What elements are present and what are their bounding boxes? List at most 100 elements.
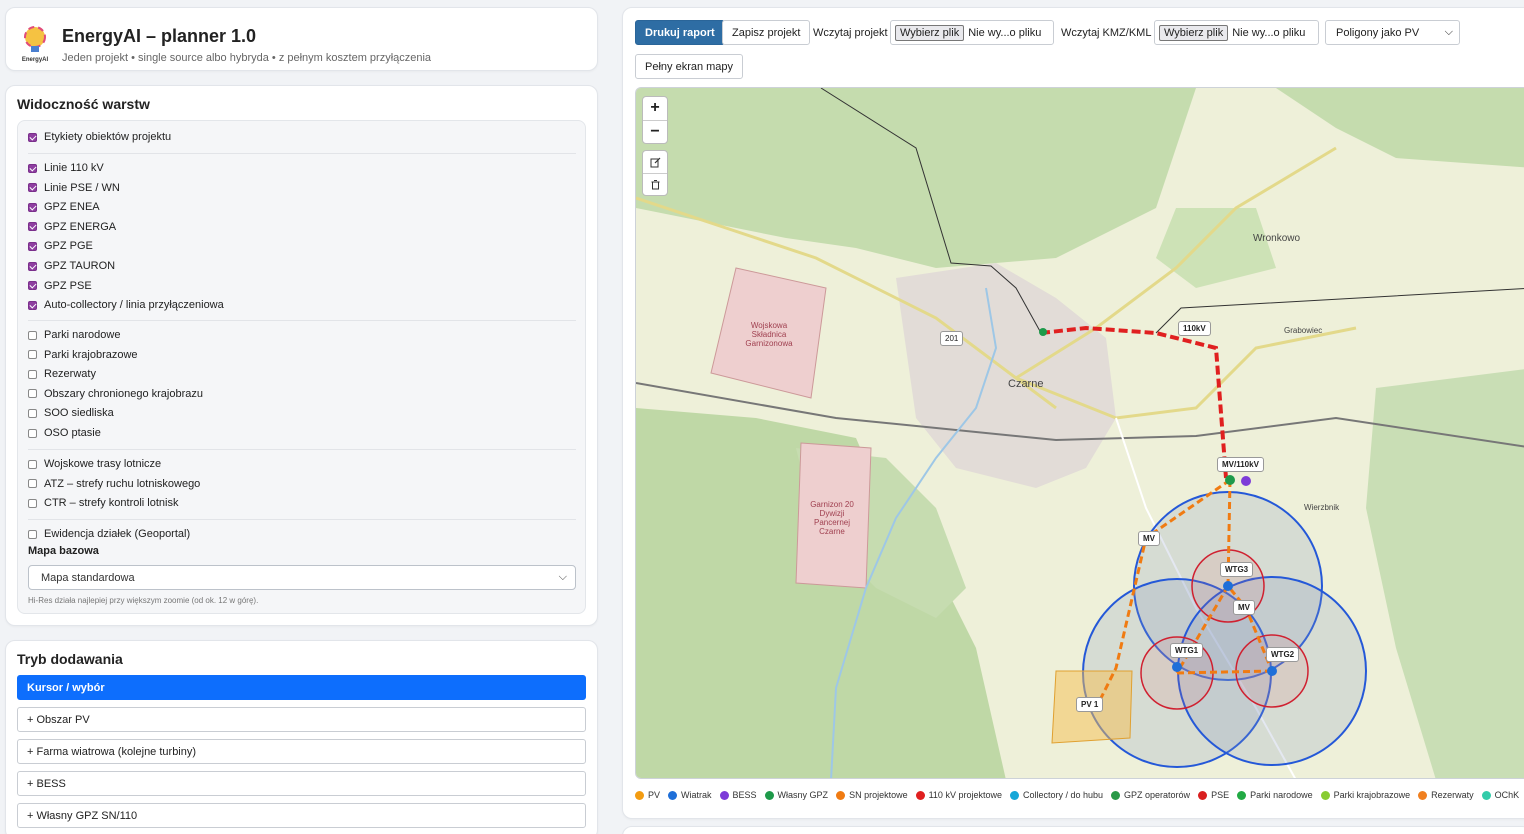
label-mv-2[interactable]: MV xyxy=(1233,600,1255,615)
layer-checkbox[interactable] xyxy=(28,241,37,251)
label-pv1[interactable]: PV 1 xyxy=(1076,697,1104,712)
layer-label: Parki narodowe xyxy=(44,329,121,341)
add-mode-panel: Tryb dodawania Kursor / wybór + Obszar PV… xyxy=(5,640,598,834)
layer-checkbox[interactable] xyxy=(28,163,37,173)
map-view[interactable]: Czarne Wronkowo Wierzbnik Grabowiec 201 … xyxy=(635,87,1524,779)
layer-toggle[interactable]: GPZ PGE xyxy=(28,238,93,254)
layer-checkbox[interactable] xyxy=(28,428,37,438)
label-110kv[interactable]: 110kV xyxy=(1178,321,1211,336)
layer-label: Wojskowe trasy lotnicze xyxy=(44,458,162,470)
layer-checkbox[interactable] xyxy=(28,498,37,508)
zoom-in-button[interactable]: + xyxy=(643,97,667,120)
layer-label: Etykiety obiektów projektu xyxy=(44,131,172,143)
layer-checkbox[interactable] xyxy=(28,261,37,271)
choose-file-button[interactable]: Wybierz plik xyxy=(895,24,965,41)
save-project-button[interactable]: Zapisz projekt xyxy=(722,20,811,45)
layer-label: GPZ ENERGA xyxy=(44,220,117,233)
layer-label: GPZ TAURON xyxy=(44,260,116,272)
label-mv-1[interactable]: MV xyxy=(1138,531,1160,546)
forest-area xyxy=(1366,369,1524,778)
layer-checkbox[interactable] xyxy=(28,330,37,340)
layer-toggle[interactable]: GPZ ENEA xyxy=(28,199,100,215)
add-mode-button[interactable]: + Obszar PV xyxy=(17,707,586,732)
fullscreen-map-button[interactable]: Pełny ekran mapy xyxy=(635,54,744,79)
garrison-label: Garnizon 20 Dywizji Pancernej Czarne xyxy=(810,500,854,536)
add-mode-button[interactable]: Kursor / wybór xyxy=(17,675,586,700)
legend-item: SN projektowe xyxy=(836,790,908,800)
choose-kmz-button[interactable]: Wybierz plik xyxy=(1159,24,1229,41)
layer-toggle[interactable]: OSO ptasie xyxy=(28,425,101,441)
edit-icon[interactable] xyxy=(643,151,667,173)
layer-toggle[interactable]: GPZ TAURON xyxy=(28,258,115,274)
map-canvas xyxy=(636,88,1524,778)
add-mode-button[interactable]: + BESS xyxy=(17,771,586,796)
layer-checkbox[interactable] xyxy=(28,202,37,212)
add-mode-button[interactable]: + Farma wiatrowa (kolejne turbiny) xyxy=(17,739,586,764)
polygon-mode-select[interactable]: Poligony jako PV ⌵ xyxy=(1325,20,1460,45)
legend-swatch xyxy=(635,790,644,800)
legend-swatch xyxy=(1418,790,1428,800)
legend-item: PSE xyxy=(1198,790,1229,800)
kmz-file-input[interactable]: Wybierz plik Nie wy...o pliku xyxy=(1154,20,1319,45)
forest-area xyxy=(1276,88,1524,168)
layer-toggle[interactable]: ATZ – strefy ruchu lotniskowego xyxy=(28,476,200,492)
layer-checkbox[interactable] xyxy=(28,350,37,360)
layer-toggle[interactable]: SOO siedliska xyxy=(28,405,114,421)
add-mode-button[interactable]: + Własny GPZ SN/110 xyxy=(17,803,586,828)
layer-checkbox[interactable] xyxy=(28,408,37,418)
layer-checkbox[interactable] xyxy=(28,479,37,489)
app-title: EnergyAI – planner 1.0 xyxy=(62,26,257,46)
wtg1-node xyxy=(1172,662,1182,672)
print-report-button[interactable]: Drukuj raport xyxy=(635,20,725,45)
layer-toggle[interactable]: Parki narodowe xyxy=(28,327,120,343)
layers-list: Mapa bazowa Mapa standardowa ⌵ Hi-Res dz… xyxy=(17,120,586,614)
legend-swatch xyxy=(1111,790,1121,800)
label-wtg2[interactable]: WTG2 xyxy=(1266,647,1300,662)
layer-toggle[interactable]: Parki krajobrazowe xyxy=(28,347,138,363)
layer-checkbox[interactable] xyxy=(28,369,37,379)
layer-checkbox[interactable] xyxy=(28,183,37,193)
label-wtg3[interactable]: WTG3 xyxy=(1220,562,1254,577)
layer-toggle[interactable]: Linie 110 kV xyxy=(28,160,104,176)
layer-label: CTR – strefy kontroli lotnisk xyxy=(44,497,179,510)
header-card: EnergyAI EnergyAI – planner 1.0 Jeden pr… xyxy=(5,7,598,71)
layer-checkbox[interactable] xyxy=(28,300,37,310)
divider xyxy=(28,320,576,321)
zoom-out-button[interactable]: − xyxy=(643,120,667,143)
legend-item: Parki narodowe xyxy=(1237,790,1313,800)
trash-icon[interactable] xyxy=(643,173,667,195)
layer-toggle[interactable]: Linie PSE / WN xyxy=(28,180,120,196)
layer-label: Linie PSE / WN xyxy=(44,181,120,194)
layer-checkbox[interactable] xyxy=(28,459,37,469)
gpz-existing-node xyxy=(1039,328,1047,336)
basemap-select[interactable]: Mapa standardowa ⌵ xyxy=(28,565,576,590)
layer-checkbox[interactable] xyxy=(28,132,37,142)
app-subtitle: Jeden projekt • single source albo hybry… xyxy=(62,52,432,64)
energyai-logo: EnergyAI xyxy=(22,26,49,63)
layer-checkbox[interactable] xyxy=(28,389,37,399)
layer-toggle[interactable]: Rezerwaty xyxy=(28,366,96,382)
label-wtg1[interactable]: WTG1 xyxy=(1170,643,1204,658)
layer-toggle[interactable]: GPZ PSE xyxy=(28,278,92,294)
layer-toggle[interactable]: Etykiety obiektów projektu xyxy=(28,129,171,145)
layers-title: Widoczność warstw xyxy=(17,96,150,112)
layer-label: ATZ – strefy ruchu lotniskowego xyxy=(44,477,201,490)
layer-toggle[interactable]: Ewidencja działek (Geoportal) xyxy=(28,526,190,542)
load-kmz-label: Wczytaj KMZ/KML xyxy=(1061,27,1152,39)
layer-checkbox[interactable] xyxy=(28,529,37,539)
project-file-input[interactable]: Wybierz plik Nie wy...o pliku xyxy=(890,20,1054,45)
legend-swatch xyxy=(719,790,729,800)
layer-toggle[interactable]: Obszary chronionego krajobrazu xyxy=(28,386,203,402)
legend-label: Parki narodowe xyxy=(1250,790,1313,800)
legend-label: Własny GPZ xyxy=(777,790,829,800)
layer-checkbox[interactable] xyxy=(28,281,37,291)
layer-toggle[interactable]: CTR – strefy kontroli lotnisk xyxy=(28,495,178,511)
load-project-label: Wczytaj projekt xyxy=(813,27,888,39)
layer-checkbox[interactable] xyxy=(28,222,37,232)
layer-label: Linie 110 kV xyxy=(44,162,104,174)
label-mv-110kv[interactable]: MV/110kV xyxy=(1217,457,1264,472)
layer-toggle[interactable]: GPZ ENERGA xyxy=(28,219,116,235)
basemap-label: Mapa bazowa xyxy=(28,545,99,557)
layer-toggle[interactable]: Wojskowe trasy lotnicze xyxy=(28,456,161,472)
layer-toggle[interactable]: Auto-collectory / linia przyłączeniowa xyxy=(28,297,224,313)
